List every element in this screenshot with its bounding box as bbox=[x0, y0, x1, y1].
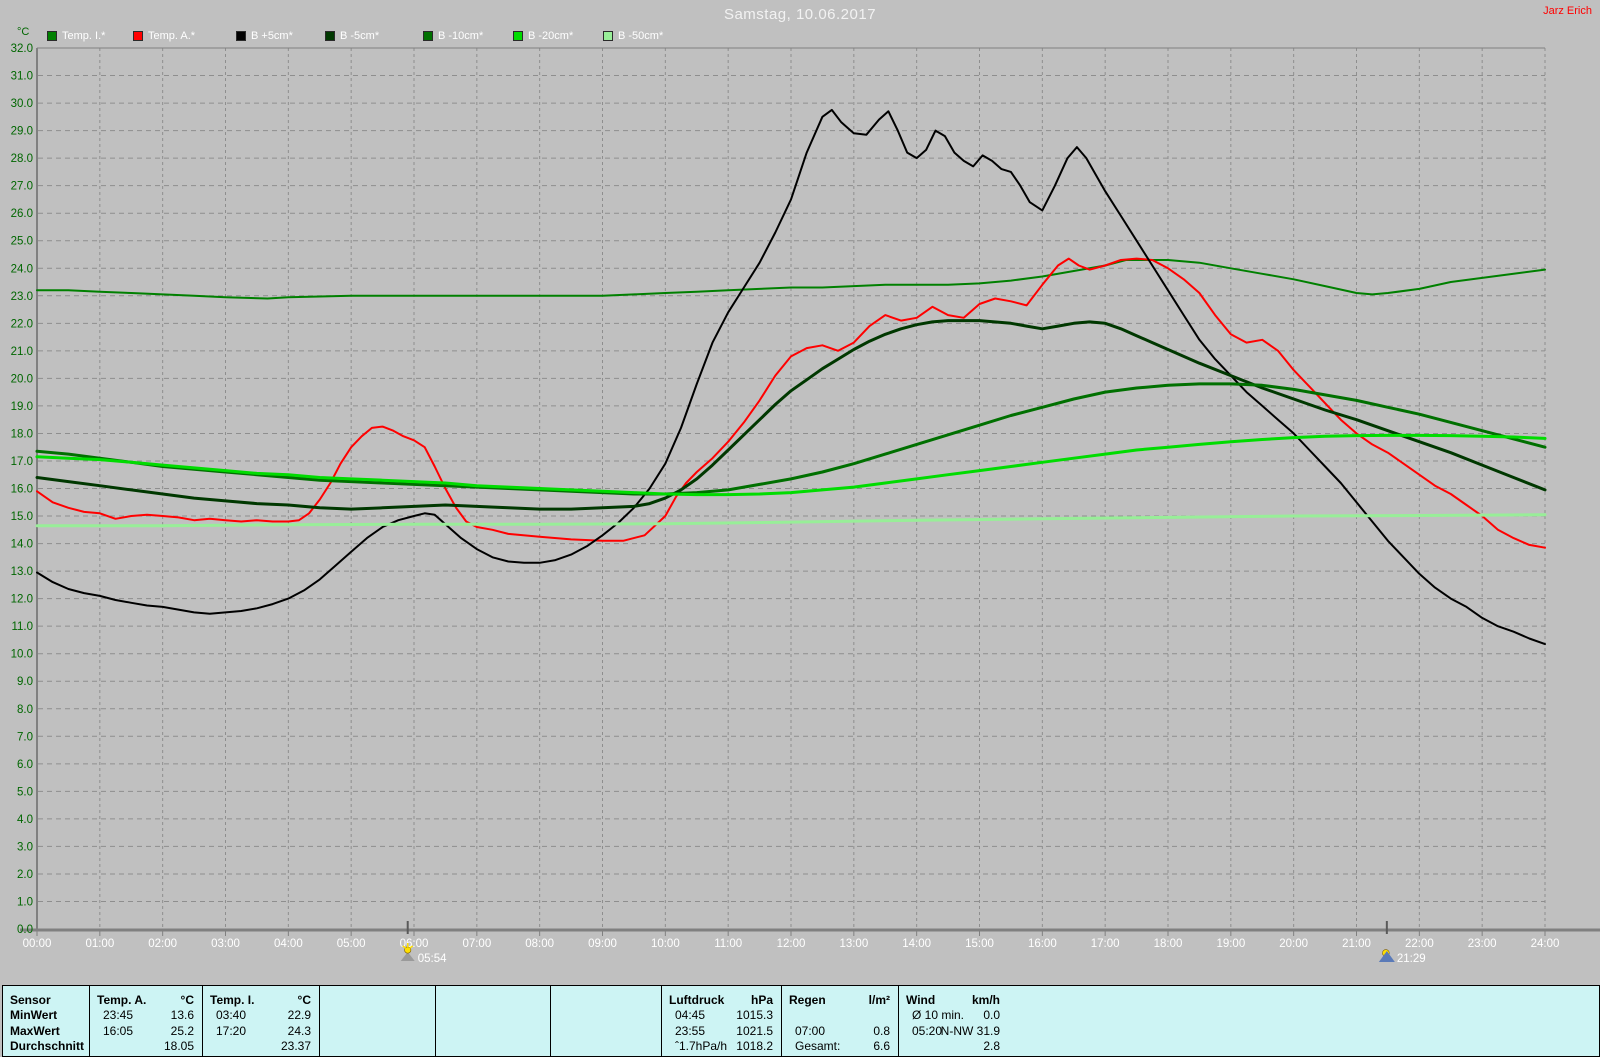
y-tick-label: 22.0 bbox=[11, 318, 33, 330]
x-tick-label: 13:00 bbox=[839, 938, 868, 950]
y-tick-label: 1.0 bbox=[17, 896, 33, 908]
x-tick-label: 11:00 bbox=[714, 938, 742, 950]
y-tick-label: 16.0 bbox=[11, 484, 33, 496]
table-row-label: Sensor bbox=[10, 993, 51, 1007]
x-tick-label: 24:00 bbox=[1531, 938, 1560, 950]
y-tick-label: 23.0 bbox=[11, 291, 33, 303]
sunset-icon-time: 21:29 bbox=[1397, 953, 1426, 965]
y-tick-label: 31.0 bbox=[11, 71, 33, 83]
x-tick-label: 16:00 bbox=[1028, 938, 1057, 950]
table-row-label: MinWert bbox=[10, 1008, 58, 1022]
table-cell-value: 0.8 bbox=[873, 1024, 890, 1038]
y-tick-label: 24.0 bbox=[11, 263, 33, 275]
table-cell-value: 18.05 bbox=[163, 1039, 194, 1053]
table-column-divider bbox=[781, 986, 782, 1056]
table-column-divider bbox=[898, 986, 899, 1056]
table-cell-value: 13.6 bbox=[170, 1008, 194, 1022]
table-column-divider bbox=[319, 986, 320, 1056]
table-cell-value: 6.6 bbox=[873, 1039, 890, 1053]
y-tick-label: 28.0 bbox=[11, 153, 33, 165]
table-column-divider bbox=[202, 986, 203, 1056]
y-tick-label: 7.0 bbox=[17, 731, 33, 743]
table-column-unit: °C bbox=[180, 993, 194, 1007]
x-tick-label: 12:00 bbox=[777, 938, 806, 950]
x-tick-label: 04:00 bbox=[274, 938, 303, 950]
y-tick-label: 5.0 bbox=[17, 786, 33, 798]
y-tick-label: 4.0 bbox=[17, 814, 33, 826]
x-tick-label: 02:00 bbox=[148, 938, 177, 950]
y-tick-label: 17.0 bbox=[11, 456, 33, 468]
table-cell-value: 0.0 bbox=[983, 1008, 1000, 1022]
sunset-icon bbox=[1378, 951, 1395, 962]
x-tick-label: 01:00 bbox=[85, 938, 114, 950]
x-tick-label: 15:00 bbox=[965, 938, 994, 950]
x-tick-label: 06:00 bbox=[400, 938, 429, 950]
x-tick-label: 19:00 bbox=[1216, 938, 1245, 950]
x-tick-label: 18:00 bbox=[1154, 938, 1183, 950]
y-tick-label: 21.0 bbox=[11, 346, 33, 358]
table-cell-value: 25.2 bbox=[170, 1024, 194, 1038]
y-tick-label: 20.0 bbox=[11, 373, 33, 385]
y-tick-label: 2.0 bbox=[17, 869, 33, 881]
y-tick-label: 26.0 bbox=[11, 208, 33, 220]
y-tick-label: 25.0 bbox=[11, 236, 33, 248]
x-tick-label: 14:00 bbox=[902, 938, 931, 950]
y-tick-label: 13.0 bbox=[11, 566, 33, 578]
y-tick-label: 0.0 bbox=[17, 924, 33, 936]
table-cell-value: 1015.3 bbox=[736, 1008, 773, 1022]
table-cell-value: 23.37 bbox=[280, 1039, 311, 1053]
x-tick-label: 22:00 bbox=[1405, 938, 1434, 950]
x-tick-label: 07:00 bbox=[462, 938, 491, 950]
y-tick-label: 18.0 bbox=[11, 428, 33, 440]
y-tick-label: 11.0 bbox=[11, 621, 33, 633]
table-column-divider bbox=[435, 986, 436, 1056]
y-tick-label: 12.0 bbox=[11, 594, 33, 606]
y-tick-label: 8.0 bbox=[17, 704, 33, 716]
x-tick-label: 03:00 bbox=[211, 938, 240, 950]
x-tick-label: 08:00 bbox=[525, 938, 554, 950]
x-tick-label: 21:00 bbox=[1342, 938, 1371, 950]
table-column-unit: °C bbox=[297, 993, 311, 1007]
x-tick-label: 20:00 bbox=[1279, 938, 1308, 950]
table-column-unit: km/h bbox=[971, 993, 1000, 1007]
weather-day-report: Samstag, 10.06.2017 Jarz Erich °C Temp. … bbox=[0, 0, 1600, 1057]
x-tick-label: 10:00 bbox=[651, 938, 680, 950]
table-cell-value: 1018.2 bbox=[736, 1039, 773, 1053]
sunrise-icon-time: 05:54 bbox=[418, 953, 447, 965]
table-row-label: MaxWert bbox=[10, 1024, 60, 1038]
table-cell-value: 22.9 bbox=[287, 1008, 311, 1022]
y-tick-label: 14.0 bbox=[11, 539, 33, 551]
stats-table: Sensor MinWert MaxWert Durchschnitt Temp. A.… bbox=[2, 985, 1600, 1057]
series-b-5cm bbox=[36, 108, 1546, 646]
y-tick-label: 29.0 bbox=[11, 126, 33, 138]
y-tick-label: 6.0 bbox=[17, 759, 33, 771]
table-column-divider bbox=[550, 986, 551, 1056]
table-row-label: Durchschnitt bbox=[10, 1039, 85, 1053]
x-tick-label: 23:00 bbox=[1468, 938, 1497, 950]
x-tick-label: 05:00 bbox=[337, 938, 366, 950]
y-tick-label: 30.0 bbox=[11, 98, 33, 110]
table-column-divider bbox=[89, 986, 90, 1056]
x-tick-label: 17:00 bbox=[1091, 938, 1120, 950]
y-tick-label: 10.0 bbox=[11, 649, 33, 661]
table-cell-value: 24.3 bbox=[287, 1024, 311, 1038]
table-cell-value: 2.8 bbox=[983, 1039, 1000, 1053]
table-column-unit: l/m² bbox=[868, 993, 890, 1007]
x-tick-label: 00:00 bbox=[23, 938, 52, 950]
temperature-chart: 0.0 1.0 2.0 3.0 4.0 5.0 6.0 7.0 8.0 9.0 10.0 11.0 12… bbox=[11, 43, 1600, 965]
x-tick-label: 09:00 bbox=[588, 938, 617, 950]
table-cell-value: 1021.5 bbox=[736, 1024, 773, 1038]
table-column-divider bbox=[661, 986, 662, 1056]
y-tick-label: 32.0 bbox=[11, 43, 33, 55]
y-tick-label: 19.0 bbox=[11, 401, 33, 413]
table-column-unit: hPa bbox=[750, 993, 773, 1007]
y-tick-label: 27.0 bbox=[11, 181, 33, 193]
y-tick-label: 15.0 bbox=[11, 511, 33, 523]
y-tick-label: 9.0 bbox=[17, 676, 33, 688]
table-cell-value: N-NW 31.9 bbox=[940, 1024, 1000, 1038]
y-tick-label: 3.0 bbox=[17, 841, 33, 853]
